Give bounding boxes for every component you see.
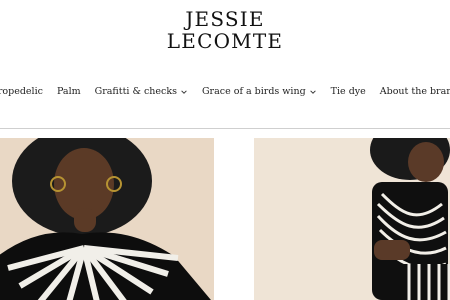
nav-item-label: Tropedelic: [0, 86, 43, 97]
striped-skirt: [404, 264, 450, 300]
nav-item-label: About the brand: [379, 86, 450, 97]
chevron-down-icon: [309, 89, 316, 94]
model-face: [408, 142, 444, 182]
product-image-right[interactable]: [254, 138, 450, 300]
chevron-down-icon: [181, 89, 187, 94]
brand-logo-line1: JESSIE: [185, 7, 265, 31]
nav-item-palm[interactable]: Palm: [57, 86, 81, 97]
nav-item-label: Grafitti & checks: [94, 86, 177, 97]
exposed-back: [374, 240, 410, 260]
header-divider: [0, 128, 450, 129]
product-image-left[interactable]: [0, 138, 214, 300]
brand-logo-line2: LECOMTE: [166, 29, 284, 53]
nav-item-grafitti-checks[interactable]: Grafitti & checks: [95, 86, 188, 97]
nav-item-label: Palm: [56, 86, 81, 97]
nav-item-tie-dye[interactable]: Tie dye: [331, 86, 366, 97]
sunburst-garment: [0, 232, 211, 300]
nav-item-label: Tie dye: [330, 86, 366, 97]
earring-left: [50, 176, 66, 192]
main-navigation: Tropedelic Palm Grafitti & checks Grace …: [0, 86, 450, 97]
nav-item-about-the-brand[interactable]: About the brand: [380, 86, 450, 97]
nav-item-tropedelic[interactable]: Tropedelic: [0, 86, 43, 97]
nav-item-grace-of-a-birds-wing[interactable]: Grace of a birds wing: [202, 86, 317, 97]
nav-item-label: Grace of a birds wing: [201, 86, 306, 97]
brand-logo[interactable]: JESSIE LECOMTE: [0, 8, 450, 52]
earring-right: [106, 176, 122, 192]
